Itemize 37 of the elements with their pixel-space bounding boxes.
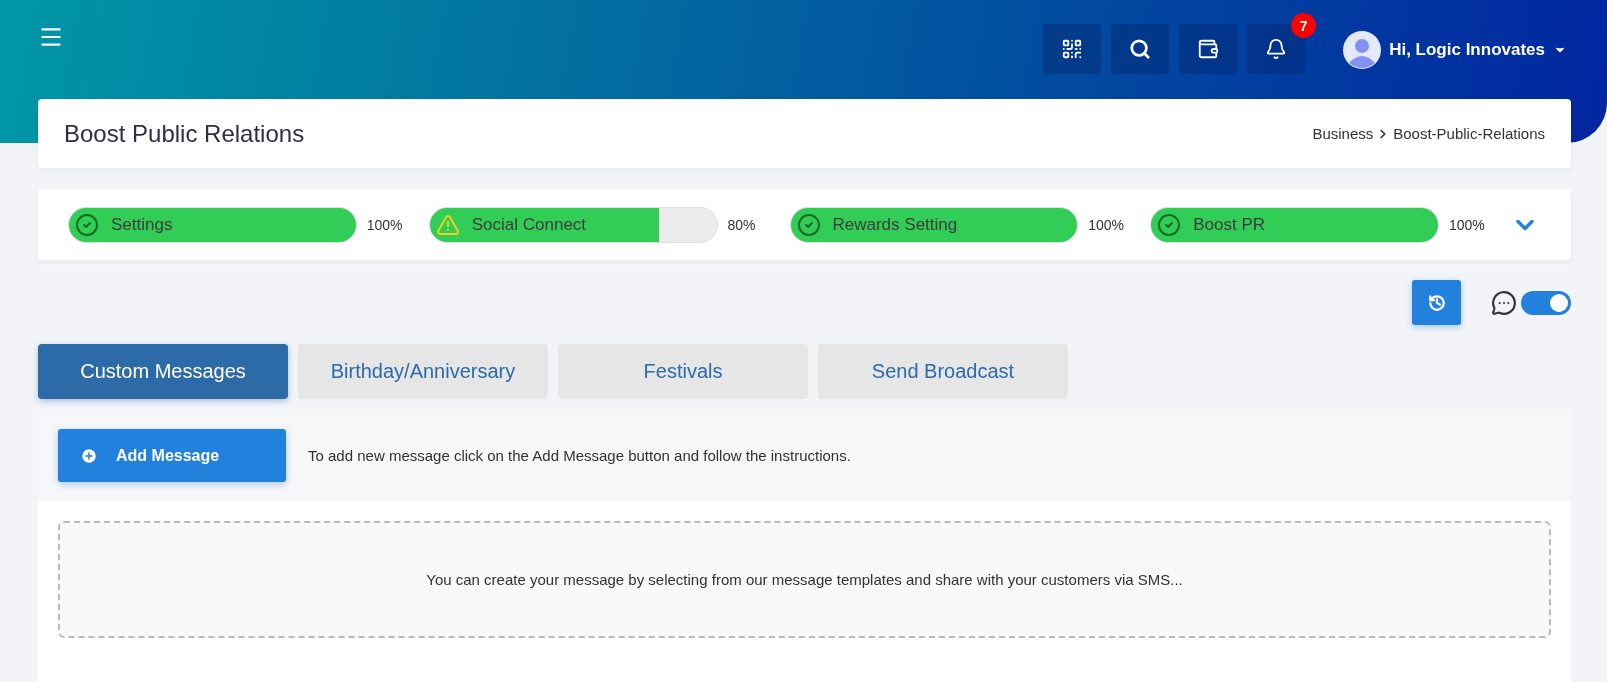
add-message-hint: To add new message click on the Add Message button and follow the instructions.: [308, 447, 851, 464]
tab[interactable]: Send Broadcast: [818, 344, 1068, 399]
breadcrumb-link[interactable]: Boost-Public-Relations: [1393, 125, 1545, 142]
progress-label: Settings: [69, 207, 356, 242]
progress-percent: 80%: [727, 216, 757, 233]
chat-toggle[interactable]: [1521, 290, 1571, 315]
empty-state: You can create your message by selecting from our message templates and share with your customers via SMS...: [58, 521, 1551, 638]
progress-percent: 100%: [366, 216, 404, 233]
add-message-button[interactable]: Add Message: [58, 429, 286, 482]
search-icon: [1129, 38, 1152, 60]
progress-label: Social Connect: [429, 207, 717, 242]
progress-label: Boost PR: [1151, 207, 1438, 242]
progress-label: Rewards Setting: [790, 207, 1078, 242]
avatar-icon: [1343, 31, 1382, 69]
bell-icon: [1265, 38, 1288, 60]
check-circle-icon: [796, 212, 821, 237]
wallet-button[interactable]: [1179, 24, 1238, 74]
notification-count: 7: [1291, 13, 1317, 38]
wallet-icon: [1197, 38, 1220, 60]
warning-icon: [435, 212, 460, 237]
breadcrumb-link[interactable]: Business: [1312, 125, 1374, 142]
user-menu[interactable]: Hi, Logic Innovates: [1343, 31, 1567, 69]
search-button[interactable]: [1111, 24, 1170, 74]
progress-percent: 100%: [1088, 216, 1126, 233]
check-circle-icon: [75, 212, 99, 237]
chat-icon: [1491, 289, 1517, 316]
history-button[interactable]: [1412, 280, 1461, 325]
check-circle-icon: [1157, 212, 1182, 237]
history-icon: [1427, 293, 1446, 312]
page-title: Boost Public Relations: [64, 119, 305, 148]
plus-circle-icon: [80, 446, 98, 465]
qr-code-icon: [1061, 38, 1084, 60]
qr-code-button[interactable]: [1043, 24, 1102, 74]
progress-percent: 100%: [1449, 216, 1486, 233]
tab[interactable]: Festivals: [558, 344, 808, 399]
tab[interactable]: Birthday/Anniversary: [298, 344, 548, 399]
tab[interactable]: Custom Messages: [38, 344, 288, 399]
